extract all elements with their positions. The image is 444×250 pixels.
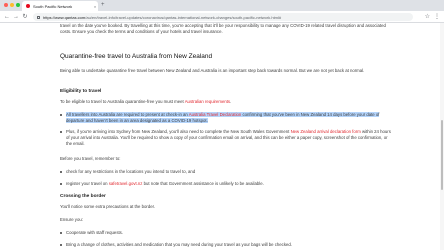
browser-toolbar: ← → ↻ https://www.qantas.com/au/en/trave… xyxy=(0,11,444,23)
maximize-window-dot[interactable] xyxy=(16,3,20,7)
address-bar[interactable]: https://www.qantas.com/au/en/travel-info… xyxy=(33,13,413,21)
highlighted-text-start: All travellers into Australia are requir… xyxy=(66,112,189,117)
list-item: Cooperate with staff requests. xyxy=(60,230,392,236)
list-item: Plus, if you're arriving into Sydney fro… xyxy=(60,129,392,147)
forward-icon[interactable]: → xyxy=(12,12,20,22)
intro-paragraph: travel on the date you've booked. By tra… xyxy=(60,23,386,34)
bullet-icon xyxy=(60,232,62,234)
before-travel-label: Before you travel, remember to: xyxy=(60,156,121,161)
list-item: All travellers into Australia are requir… xyxy=(60,112,392,124)
bullet-text: Plus, if you're arriving into Sydney fro… xyxy=(66,129,392,147)
list-item: register your travel on safetravel.govt.… xyxy=(60,181,392,187)
qantas-favicon-icon xyxy=(26,4,30,8)
scrollbar-thumb[interactable] xyxy=(441,120,443,190)
eligibility-text-start: To be eligible to travel to Australia qu… xyxy=(60,99,185,104)
eligibility-paragraph: To be eligible to travel to Australia qu… xyxy=(60,99,392,105)
bullet-text: All travellers into Australia are requir… xyxy=(66,112,392,124)
bullet-text: Bring a change of clothes, activities an… xyxy=(66,242,292,247)
browser-tab-bar: South Pacific Network × + xyxy=(0,0,444,11)
list-item: check for any restrictions in the locati… xyxy=(60,169,392,175)
australian-requirements-link[interactable]: Australian requirements xyxy=(185,99,230,104)
minimize-window-dot[interactable] xyxy=(10,3,14,7)
section-heading: Quarantine-free travel to Australia from… xyxy=(60,53,213,60)
crossing-paragraph: You'll notice some extra precautions at … xyxy=(60,204,156,209)
list-item: Bring a change of clothes, activities an… xyxy=(60,242,392,248)
active-tab[interactable]: South Pacific Network × xyxy=(22,1,98,11)
bullet-text-end: but note that Government assistance is u… xyxy=(142,181,264,186)
bullet-icon xyxy=(60,171,62,173)
nz-arrival-declaration-link[interactable]: New Zealand arrival declaration form xyxy=(291,129,361,134)
lock-icon xyxy=(37,15,40,19)
url-path: /au/en/travel-info/travel-updates/corona… xyxy=(85,14,282,20)
window-controls xyxy=(4,3,20,7)
browser-menu-icon[interactable]: ⋮ xyxy=(434,12,440,22)
url-host: https://www.qantas.com xyxy=(43,14,86,20)
page-content: travel on the date you've booked. By tra… xyxy=(0,23,444,250)
safetravel-link[interactable]: safetravel.govt.nz xyxy=(109,181,143,186)
eligibility-text-end: . xyxy=(230,99,232,104)
bullet-text-start: Plus, if you're arriving into Sydney fro… xyxy=(66,129,291,134)
url-text: https://www.qantas.com/au/en/travel-info… xyxy=(43,15,281,20)
bookmark-star-icon[interactable]: ☆ xyxy=(425,12,430,22)
bullet-text: Cooperate with staff requests. xyxy=(66,230,124,235)
travel-declaration-link[interactable]: Australia Travel Declaration xyxy=(188,112,242,117)
close-window-dot[interactable] xyxy=(4,3,8,7)
bullet-icon xyxy=(60,114,62,116)
new-tab-icon[interactable]: + xyxy=(101,2,105,9)
tab-title: South Pacific Network xyxy=(33,3,73,9)
eligibility-intro-paragraph: Being able to undertake quarantine free … xyxy=(60,68,365,73)
ensure-label: Ensure you: xyxy=(60,217,83,222)
tab-close-icon[interactable]: × xyxy=(92,4,98,9)
eligibility-heading: Eligibility to travel xyxy=(60,89,102,94)
bullet-icon xyxy=(60,131,62,133)
bullet-text: check for any restrictions in the locati… xyxy=(66,169,196,174)
bullet-icon xyxy=(60,183,62,185)
crossing-border-heading: Crossing the border xyxy=(60,194,106,199)
reload-icon[interactable]: ↻ xyxy=(21,12,29,22)
bullet-text: register your travel on safetravel.govt.… xyxy=(66,181,392,187)
bullet-text-start: register your travel on xyxy=(66,181,109,186)
bullet-icon xyxy=(60,244,62,246)
back-icon[interactable]: ← xyxy=(3,12,11,22)
